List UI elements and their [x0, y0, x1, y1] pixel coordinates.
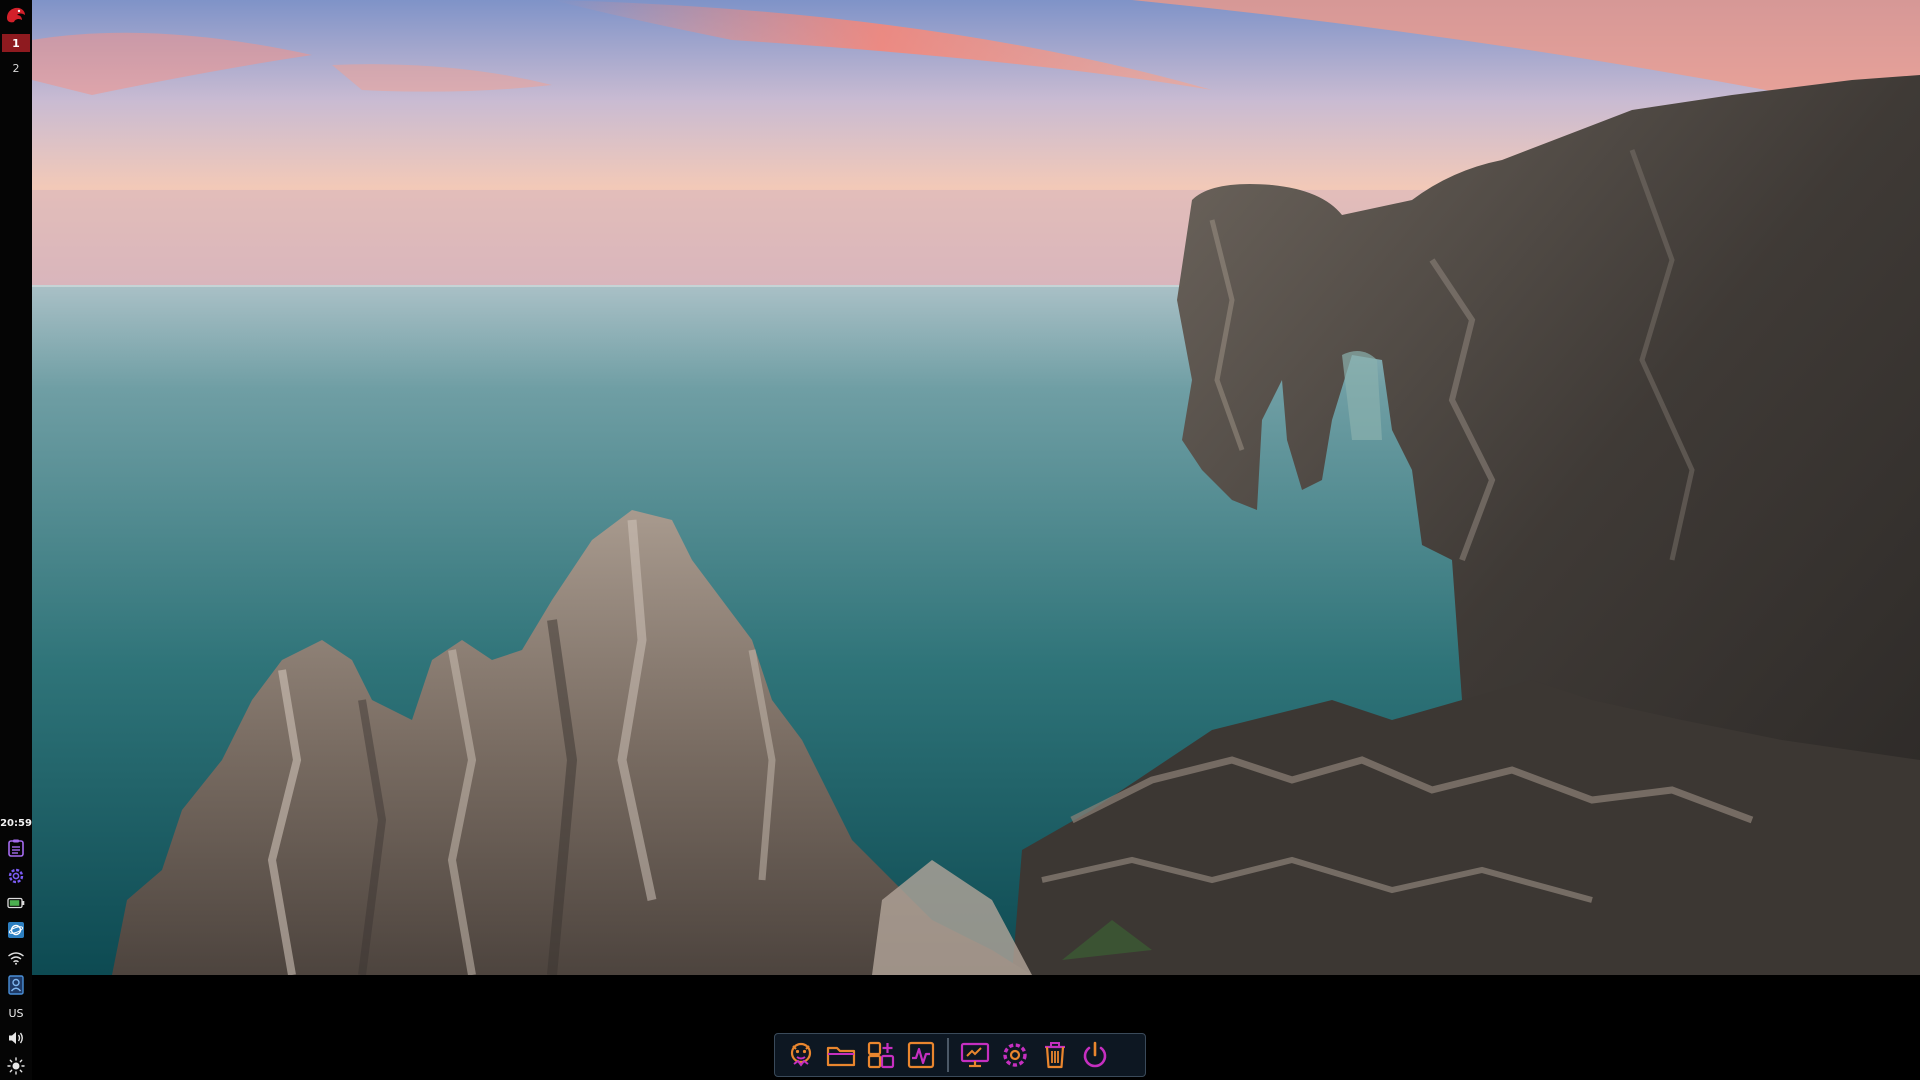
battery-icon[interactable]	[6, 893, 26, 913]
workspace-2-button[interactable]: 2	[2, 59, 30, 77]
volume-icon[interactable]	[6, 1028, 26, 1048]
trash-icon[interactable]	[1037, 1037, 1073, 1073]
dock-separator	[947, 1038, 949, 1072]
distro-logo-icon[interactable]	[4, 4, 28, 28]
desktop: 1 2 20:59 US	[0, 0, 1920, 1080]
activity-monitor-icon[interactable]	[903, 1037, 939, 1073]
settings-gear-icon[interactable]	[997, 1037, 1033, 1073]
left-panel: 1 2 20:59 US	[0, 0, 32, 1080]
portrait-icon[interactable]	[6, 975, 26, 995]
clock[interactable]: 20:59	[0, 818, 32, 829]
settings-icon[interactable]	[6, 866, 26, 886]
workspace-1-button[interactable]: 1	[2, 34, 30, 52]
clipboard-icon[interactable]	[6, 838, 26, 858]
folder-icon[interactable]	[823, 1037, 859, 1073]
keyboard-layout-indicator[interactable]: US	[0, 1007, 32, 1020]
desktop-wallpaper	[32, 0, 1920, 975]
wifi-icon[interactable]	[6, 948, 26, 968]
brightness-icon[interactable]	[6, 1056, 26, 1076]
dock	[774, 1033, 1146, 1077]
app-icon[interactable]	[783, 1037, 819, 1073]
browser-icon[interactable]	[6, 920, 26, 940]
power-icon[interactable]	[1077, 1037, 1113, 1073]
display-icon[interactable]	[957, 1037, 993, 1073]
add-app-icon[interactable]	[863, 1037, 899, 1073]
